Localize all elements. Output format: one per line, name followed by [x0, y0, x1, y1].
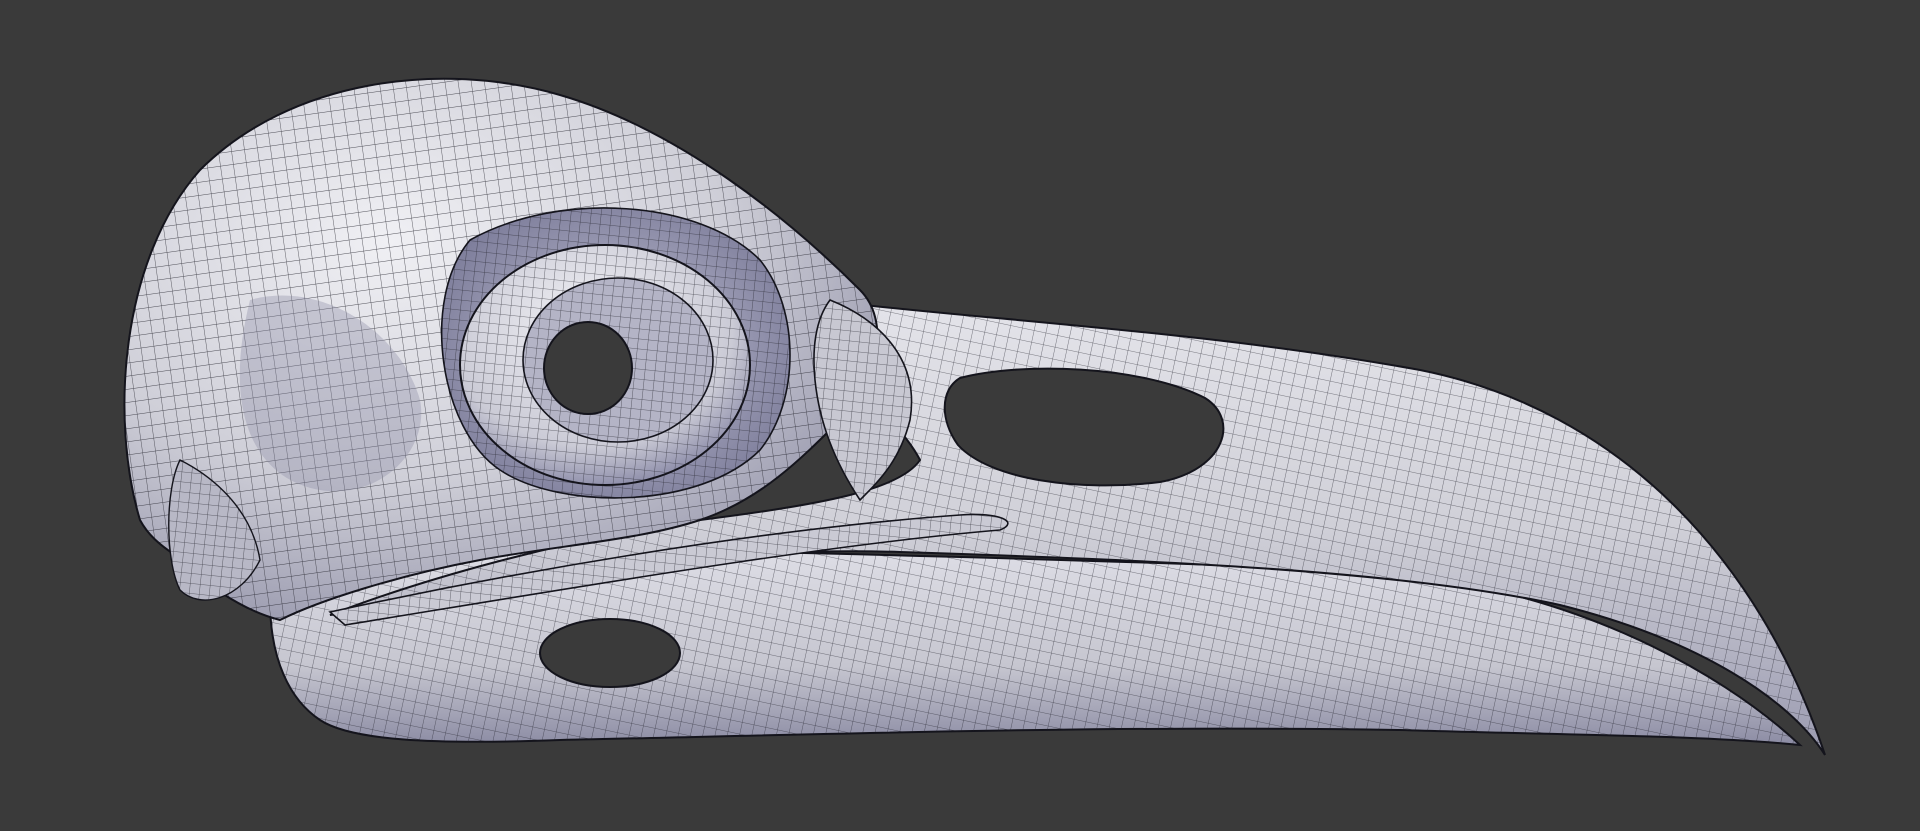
3d-viewport[interactable] [0, 0, 1920, 831]
skull-render [123, 77, 1826, 756]
bird-skull-model [123, 77, 1826, 756]
scleral-ring [459, 244, 751, 486]
